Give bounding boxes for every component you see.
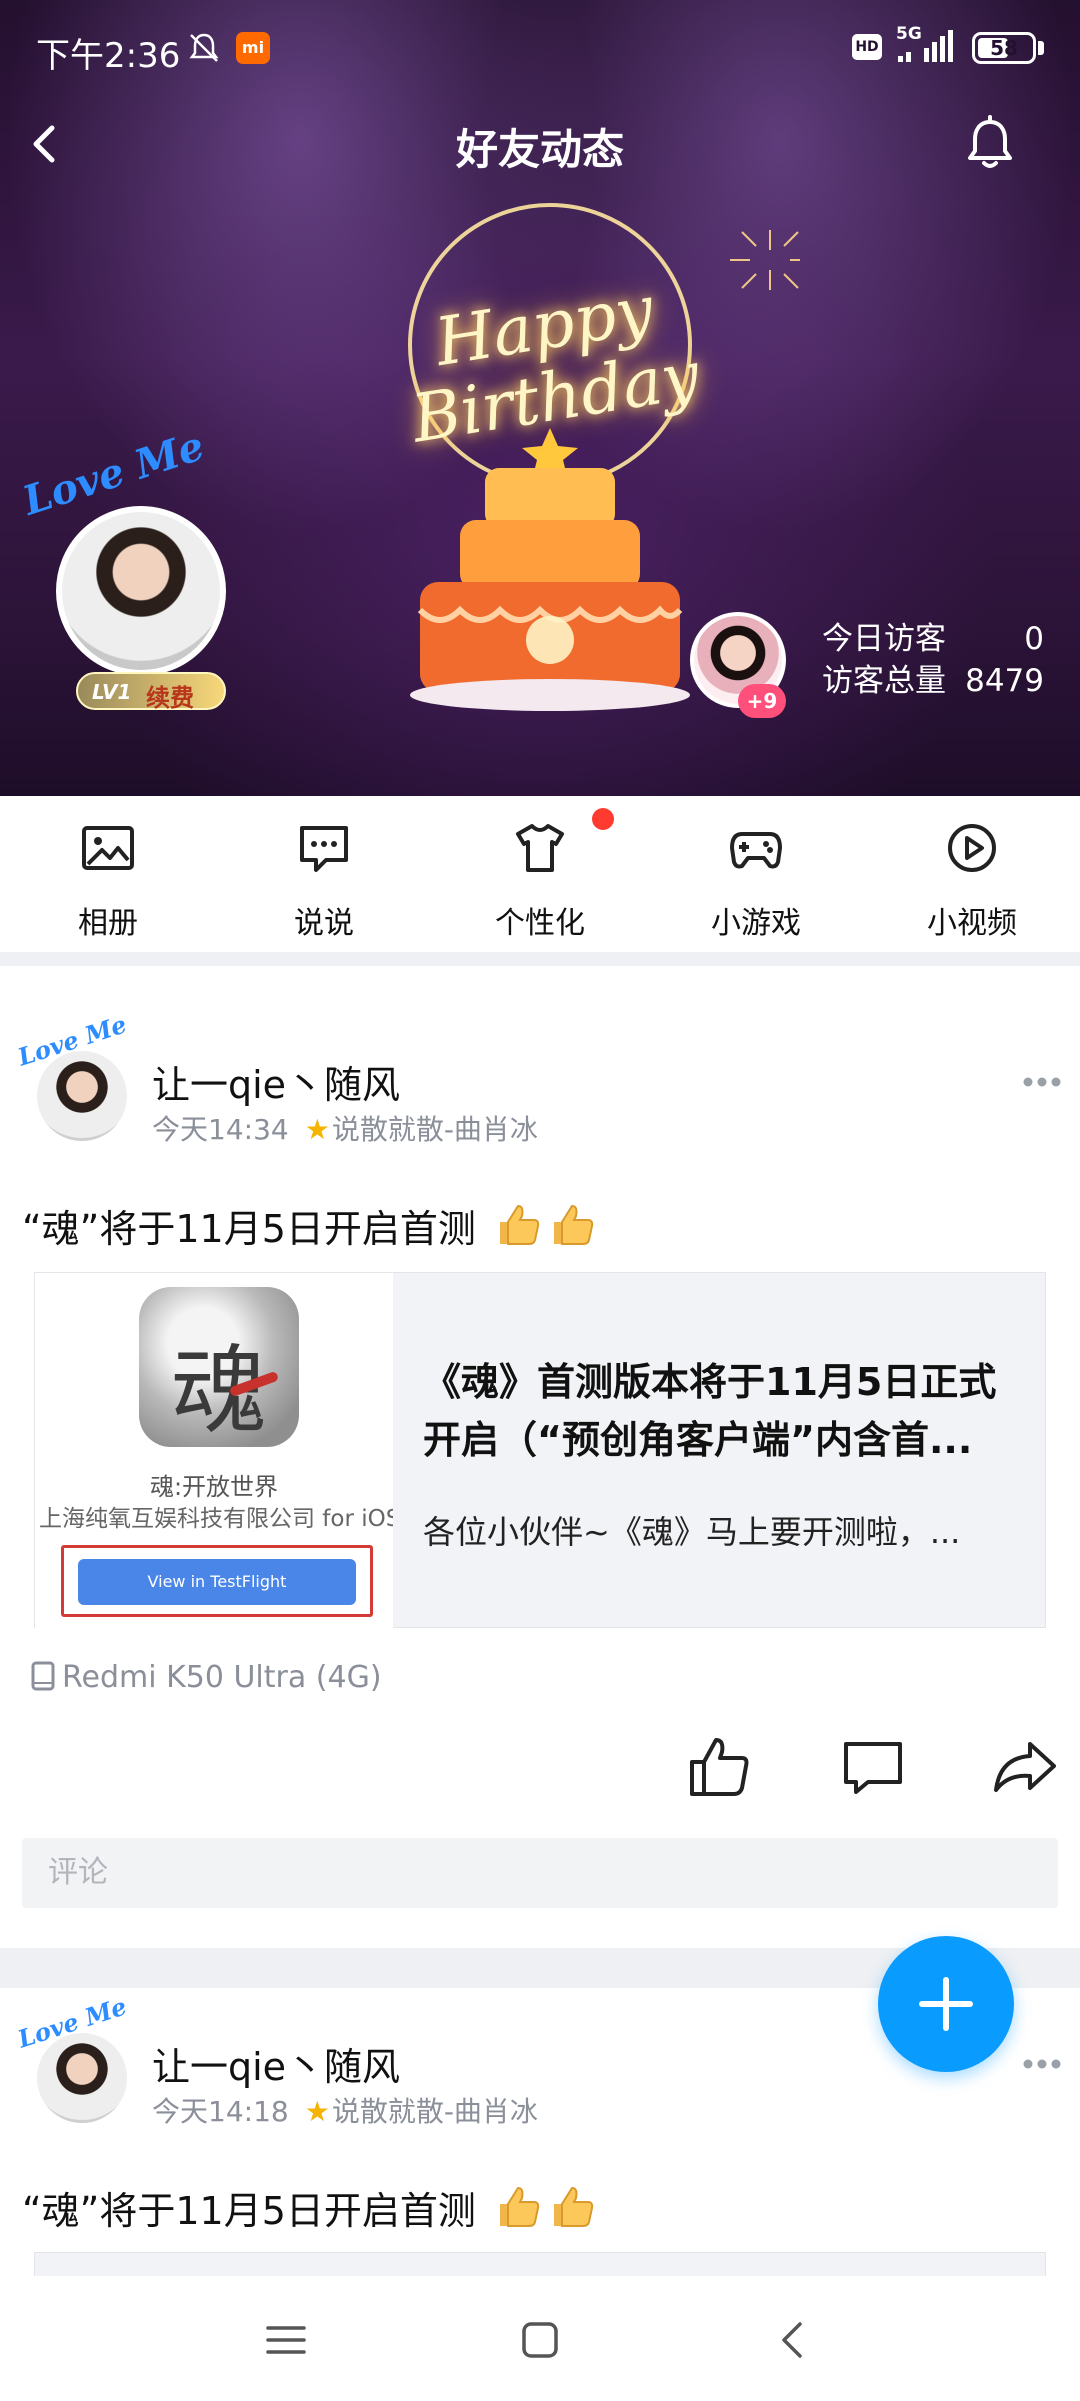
post-device: Redmi K50 Ultra (4G) [30, 1660, 382, 1695]
new-indicator-dot [592, 808, 614, 830]
hd-icon: HD [852, 34, 882, 60]
post-author-avatar[interactable]: Love Me [14, 1991, 136, 2128]
thumbs-up-emoji-icon [500, 1204, 540, 1245]
post-meta: 今天14:34 ★说散就散-曲肖冰 [152, 1108, 538, 1148]
system-navigation-bar [0, 2276, 1080, 2401]
app-icon: 魂 [139, 1287, 299, 1447]
total-visitors-value: 8479 [965, 663, 1044, 699]
shortcut-label: 说说 [294, 906, 354, 941]
play-circle-icon [948, 824, 996, 872]
visitor-stats[interactable]: 今日访客 0 访客总量 8479 [822, 618, 1044, 702]
view-in-testflight-button: View in TestFlight [78, 1559, 356, 1605]
post-time: 今天14:18 [152, 2095, 289, 2128]
shortcut-bar: 相册 说说 个性化 小游戏 小视频 [0, 796, 1080, 952]
shortcut-label: 小游戏 [711, 906, 801, 941]
photo-album-icon [82, 826, 134, 870]
more-options-icon[interactable] [1022, 2058, 1062, 2070]
back-icon[interactable] [770, 2316, 818, 2364]
feed-post: Love Me 让一qie丶随风 今天14:34 ★说散就散-曲肖冰 “魂”将于1… [0, 966, 1080, 1948]
comment-icon[interactable] [838, 1732, 908, 1802]
renew-text: 续费 [146, 684, 194, 712]
tshirt-icon [516, 824, 564, 872]
status-bar: 下午2:36 mi HD 5G 58 [0, 0, 1080, 96]
gamepad-icon [730, 832, 782, 869]
comment-input[interactable]: 评论 [22, 1838, 1058, 1908]
post-author-avatar[interactable]: Love Me [14, 1009, 136, 1146]
total-visitors-label: 访客总量 [822, 663, 946, 699]
more-options-icon[interactable] [1022, 1076, 1062, 1088]
shortcut-label: 相册 [78, 906, 138, 941]
link-card-thumbnail: 魂 魂:开放世界 上海纯氧互娱科技有限公司 for iOS View in Te… [35, 1273, 393, 1629]
shortcut-short-video[interactable]: 小视频 [864, 796, 1080, 952]
visitor-extra-count[interactable]: +9 [738, 684, 786, 718]
app-icon-glyph: 魂 [171, 1335, 267, 1447]
shortcut-label: 个性化 [495, 906, 585, 941]
share-icon[interactable] [990, 1732, 1060, 1802]
post-author-name[interactable]: 让一qie丶随风 [152, 1054, 400, 1109]
link-card-description: 各位小伙伴~《魂》马上要开测啦，... [423, 1513, 961, 1551]
signal-icon [898, 30, 953, 62]
chat-bubble-icon [300, 826, 348, 872]
home-icon[interactable] [516, 2316, 564, 2364]
level-text: LV1 [92, 680, 132, 704]
shortcut-moments[interactable]: 说说 [216, 796, 432, 952]
post-meta: 今天14:18 ★说散就散-曲肖冰 [152, 2090, 538, 2130]
post-text: “魂”将于11月5日开启首测 [22, 2180, 596, 2235]
app-name: 魂:开放世界 [149, 1473, 279, 1501]
device-name: Redmi K50 Ultra (4G) [62, 1660, 382, 1695]
phone-icon [31, 1661, 55, 1691]
post-mood-song[interactable]: 说散就散-曲肖冰 [332, 2095, 538, 2128]
new-post-button[interactable] [878, 1936, 1014, 2072]
thumbs-up-emoji-icon [500, 2186, 540, 2227]
star-icon: ★ [304, 2095, 330, 2128]
post-mood-song[interactable]: 说散就散-曲肖冰 [332, 1113, 538, 1146]
post-time: 今天14:34 [152, 1113, 289, 1146]
shortcut-album[interactable]: 相册 [0, 796, 216, 952]
today-visitors-label: 今日访客 [822, 621, 946, 657]
post-text-content: “魂”将于11月5日开启首测 [22, 2189, 476, 2233]
like-icon[interactable] [684, 1732, 754, 1802]
section-divider [0, 952, 1080, 966]
shortcut-label: 小视频 [927, 906, 1017, 941]
plus-icon [919, 1977, 973, 2031]
owner-avatar[interactable]: Love Me LV1 续费 [17, 422, 260, 712]
star-icon: ★ [304, 1113, 330, 1146]
notification-bell-icon[interactable] [954, 108, 1026, 180]
today-visitors-value: 0 [1024, 621, 1044, 657]
status-time: 下午2:36 [36, 36, 181, 76]
post-text-content: “魂”将于11月5日开启首测 [22, 1207, 476, 1251]
app-company: 上海纯氧互娱科技有限公司 for iOS [39, 1506, 393, 1532]
testflight-highlight: View in TestFlight [61, 1545, 373, 1617]
bell-muted-icon [189, 33, 219, 62]
mi-app-icon: mi [236, 32, 270, 64]
shortcut-minigames[interactable]: 小游戏 [648, 796, 864, 952]
post-text: “魂”将于11月5日开启首测 [22, 1198, 596, 1253]
battery-cap [1038, 41, 1044, 55]
shortcut-personalize[interactable]: 个性化 [432, 796, 648, 952]
thumbs-up-emoji-icon [554, 1204, 594, 1245]
menu-icon[interactable] [262, 2316, 310, 2364]
thumbs-up-emoji-icon [554, 2186, 594, 2227]
battery-text: 58 [990, 36, 1018, 60]
shared-link-card[interactable]: 魂 魂:开放世界 上海纯氧互娱科技有限公司 for iOS View in Te… [34, 1272, 1046, 1629]
post-author-name[interactable]: 让一qie丶随风 [152, 2036, 400, 2091]
owner-avatar-image [56, 506, 226, 676]
battery-icon: 58 [972, 32, 1036, 64]
link-card-title: 《魂》首测版本将于11月5日正式开启（“预创角客户端”内含首... [423, 1360, 997, 1462]
page-title: 好友动态 [455, 125, 624, 174]
vip-level-badge[interactable]: LV1 续费 [76, 672, 226, 712]
profile-cover: 下午2:36 mi HD 5G 58 好友动态 Happy Birthday L… [0, 0, 1080, 796]
